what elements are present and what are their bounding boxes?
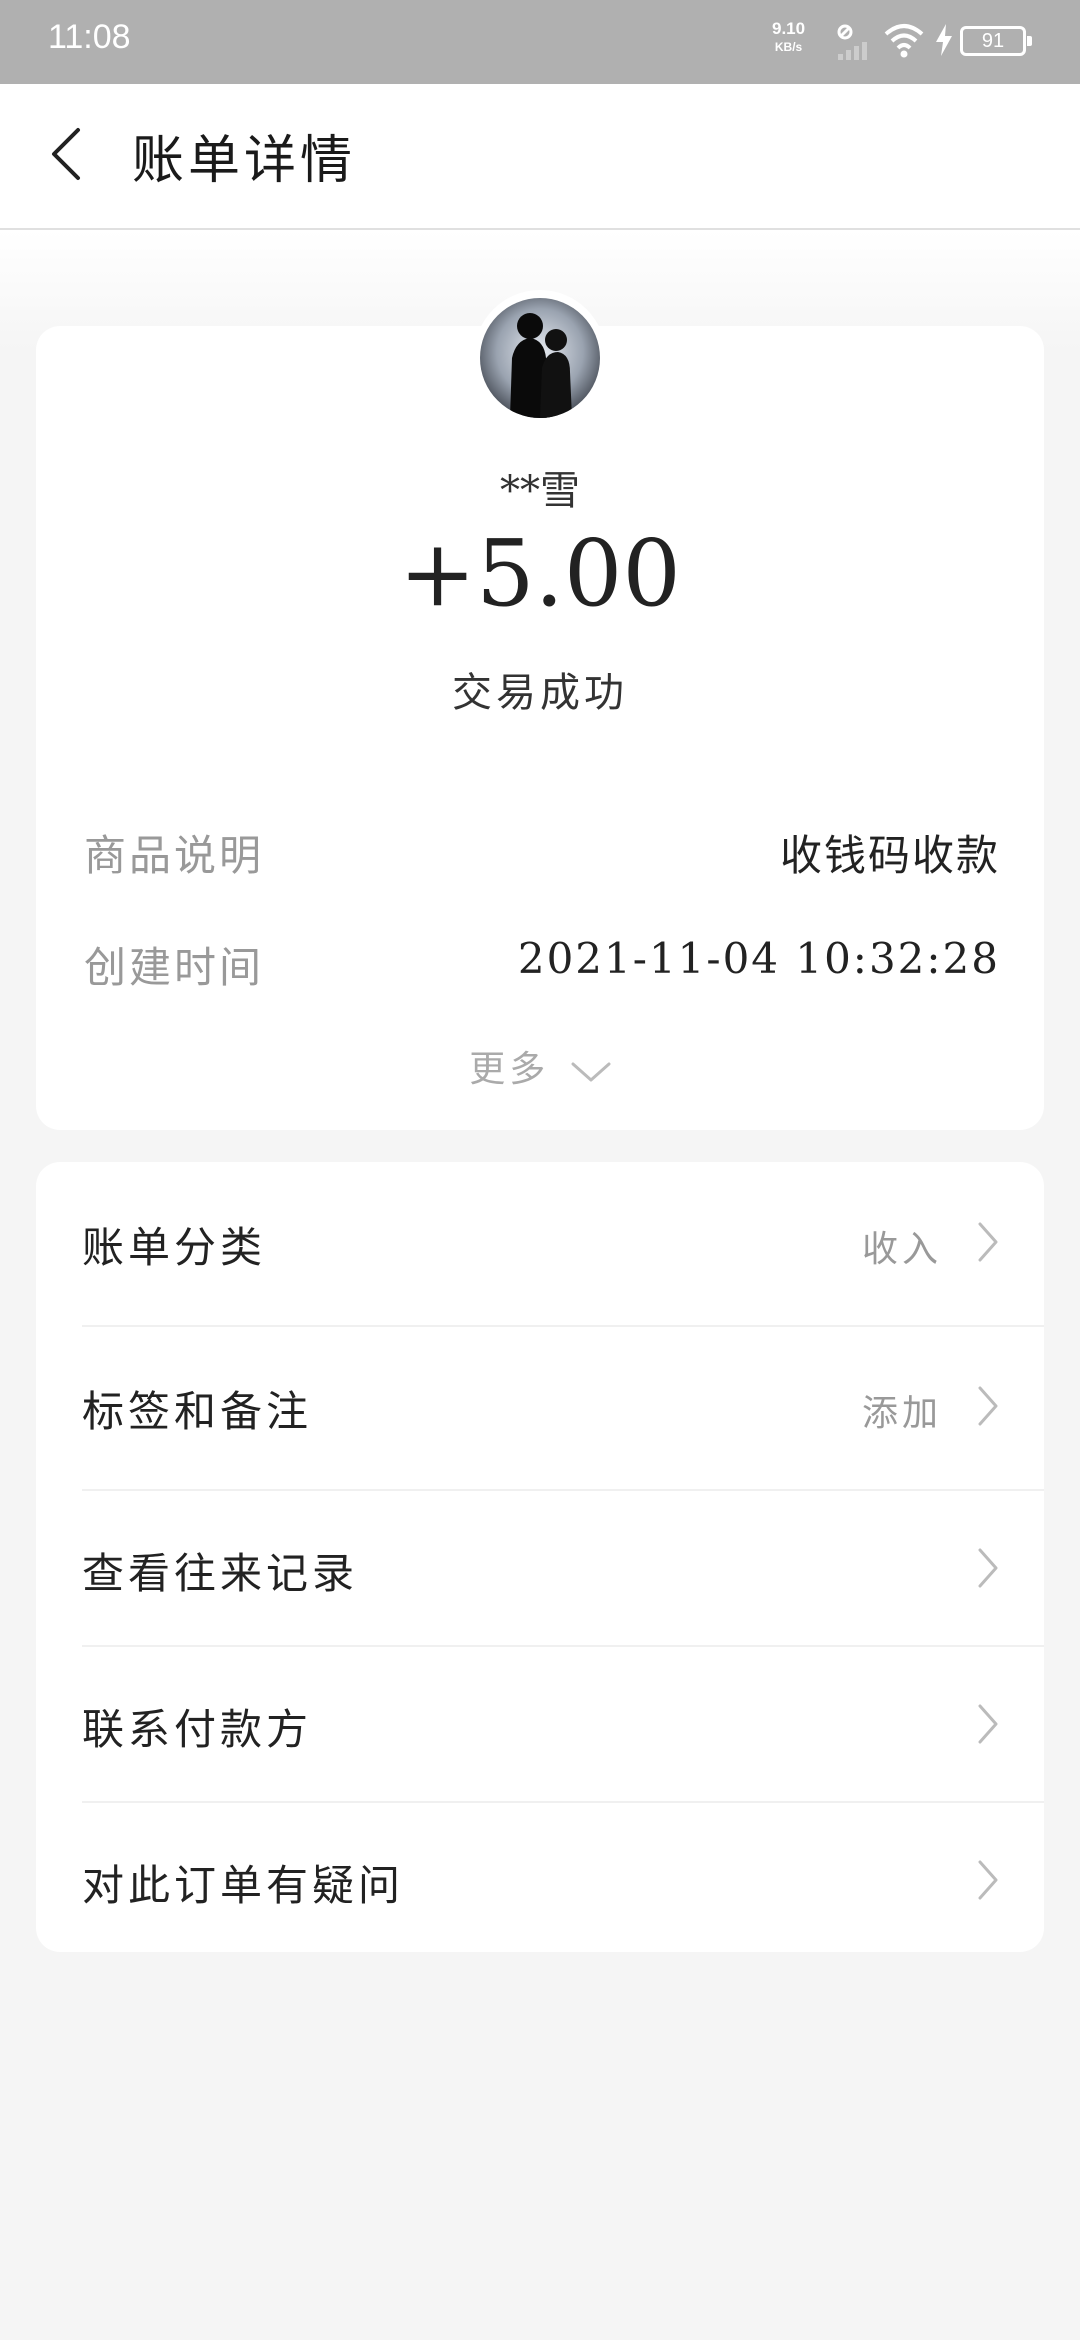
menu-item-order-question[interactable]: 对此订单有疑问 (36, 1802, 1044, 1958)
payer-name: **雪 (500, 468, 580, 514)
chevron-right-icon (978, 1704, 998, 1744)
battery-indicator: 91 (960, 26, 1032, 56)
transaction-amount: +5.00 (399, 520, 681, 627)
chevron-right-icon (978, 1548, 998, 1588)
chevron-down-icon (571, 1062, 611, 1082)
network-speed-value: 9.10 (772, 19, 806, 38)
menu-item-contact-payer[interactable]: 联系付款方 (36, 1646, 1044, 1802)
detail-label-product: 商品说明 (84, 831, 265, 880)
menu-item-tags-notes[interactable]: 标签和备注 添加 (36, 1328, 1044, 1484)
battery-level: 91 (981, 30, 1005, 52)
network-speed-unit: KB/s (774, 40, 803, 54)
menu-item-view-history[interactable]: 查看往来记录 (36, 1490, 1044, 1646)
page-title: 账单详情 (132, 131, 357, 191)
detail-value-created-time: 2021-11-04 10:32:28 (517, 934, 1000, 983)
avatar-image (480, 298, 600, 418)
detail-label-created-time: 创建时间 (84, 943, 265, 992)
chevron-right-icon (978, 1386, 998, 1426)
menu-item-value: 添加 (861, 1393, 942, 1434)
menu-item-bill-category[interactable]: 账单分类 收入 (36, 1164, 1044, 1320)
menu-item-label: 联系付款方 (82, 1705, 313, 1754)
app-header: 账单详情 (0, 84, 1080, 230)
payer-avatar[interactable] (480, 298, 600, 418)
chevron-right-icon (978, 1222, 998, 1262)
menu-item-label: 账单分类 (82, 1223, 267, 1272)
divider (82, 1325, 1044, 1327)
more-details-toggle[interactable]: 更多 (0, 1040, 1080, 1092)
transaction-summary-card (36, 326, 1044, 1130)
charging-icon (936, 24, 952, 56)
menu-item-value: 收入 (861, 1229, 942, 1270)
status-time: 11:08 (48, 18, 131, 56)
signal-icon (837, 24, 867, 60)
transaction-status: 交易成功 (452, 670, 628, 716)
menu-item-label: 对此订单有疑问 (82, 1861, 405, 1910)
menu-item-label: 标签和备注 (82, 1387, 313, 1436)
wifi-icon (884, 24, 924, 58)
menu-item-label: 查看往来记录 (82, 1549, 359, 1598)
chevron-right-icon (978, 1860, 998, 1900)
detail-value-product: 收钱码收款 (779, 831, 1000, 880)
more-label: 更多 (469, 1049, 550, 1090)
status-bar: 11:08 9.10 KB/s 91 (0, 0, 1080, 84)
back-arrow-icon[interactable] (40, 124, 100, 184)
network-speed: 9.10 KB/s (772, 20, 805, 56)
